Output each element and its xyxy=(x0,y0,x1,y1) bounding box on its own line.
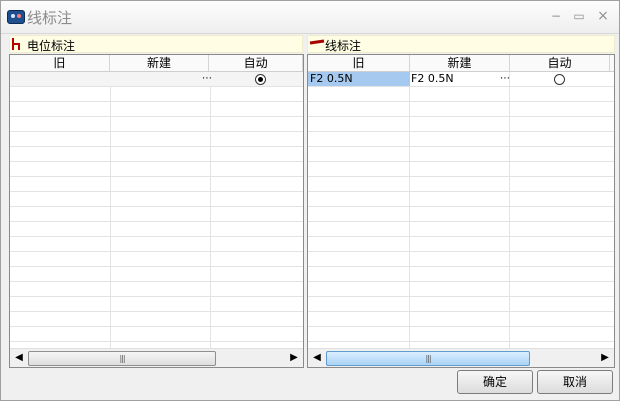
title-bar: 线标注 − ▭ × xyxy=(1,1,619,34)
close-icon[interactable]: × xyxy=(595,8,611,24)
horizontal-scrollbar[interactable]: ◀ ||| ▶ xyxy=(10,348,303,367)
line-label-section-header: 线标注 xyxy=(307,35,615,53)
potential-label-grid[interactable]: 旧 新建 自动 ⋯ ◀ ||| ▶ xyxy=(9,54,304,368)
wire-potential-icon xyxy=(12,38,20,50)
grip-icon: ||| xyxy=(119,354,125,363)
dialog-window: 线标注 − ▭ × 电位标注 线标注 旧 新建 自动 ⋯ ◀ ||| ▶ 旧 新… xyxy=(0,0,620,401)
column-old[interactable]: 旧 xyxy=(308,55,410,71)
old-label-cell[interactable]: F2 0.5N xyxy=(308,72,410,86)
grid-body: ⋯ xyxy=(10,72,303,348)
column-new[interactable]: 新建 xyxy=(410,55,510,71)
scroll-left-icon[interactable]: ◀ xyxy=(11,350,27,366)
line-label-grid[interactable]: 旧 新建 自动 F2 0.5N F2 0.5N ⋯ ◀ ||| ▶ xyxy=(307,54,615,368)
scroll-left-icon[interactable]: ◀ xyxy=(309,350,325,366)
scroll-right-icon[interactable]: ▶ xyxy=(286,350,302,366)
column-new[interactable]: 新建 xyxy=(110,55,210,71)
grid-header: 旧 新建 自动 xyxy=(10,55,303,72)
scroll-thumb[interactable]: ||| xyxy=(326,351,530,366)
cancel-button[interactable]: 取消 xyxy=(537,370,613,394)
grid-body: F2 0.5N F2 0.5N ⋯ xyxy=(308,72,614,348)
app-icon xyxy=(7,10,25,24)
auto-radio[interactable] xyxy=(554,74,565,85)
potential-label-section-header: 电位标注 xyxy=(9,35,303,53)
column-auto[interactable]: 自动 xyxy=(209,55,303,71)
column-old[interactable]: 旧 xyxy=(10,55,110,71)
left-section-title: 电位标注 xyxy=(27,39,76,53)
ellipsis-icon[interactable]: ⋯ xyxy=(500,72,510,86)
scroll-thumb[interactable]: ||| xyxy=(28,351,216,366)
column-auto[interactable]: 自动 xyxy=(510,55,610,71)
wire-icon xyxy=(309,39,325,45)
minimize-icon[interactable]: − xyxy=(548,8,564,24)
right-section-title: 线标注 xyxy=(325,39,362,53)
grid-header: 旧 新建 自动 xyxy=(308,55,614,72)
table-row[interactable]: F2 0.5N F2 0.5N ⋯ xyxy=(308,72,614,87)
new-label-cell[interactable]: F2 0.5N xyxy=(411,72,496,86)
auto-radio[interactable] xyxy=(255,74,266,85)
grip-icon: ||| xyxy=(425,354,431,363)
horizontal-scrollbar[interactable]: ◀ ||| ▶ xyxy=(308,348,614,367)
ellipsis-icon[interactable]: ⋯ xyxy=(202,72,212,86)
table-row[interactable]: ⋯ xyxy=(10,72,303,87)
scroll-right-icon[interactable]: ▶ xyxy=(597,350,613,366)
window-title: 线标注 xyxy=(27,9,73,27)
ok-button[interactable]: 确定 xyxy=(457,370,533,394)
maximize-icon[interactable]: ▭ xyxy=(571,8,587,24)
